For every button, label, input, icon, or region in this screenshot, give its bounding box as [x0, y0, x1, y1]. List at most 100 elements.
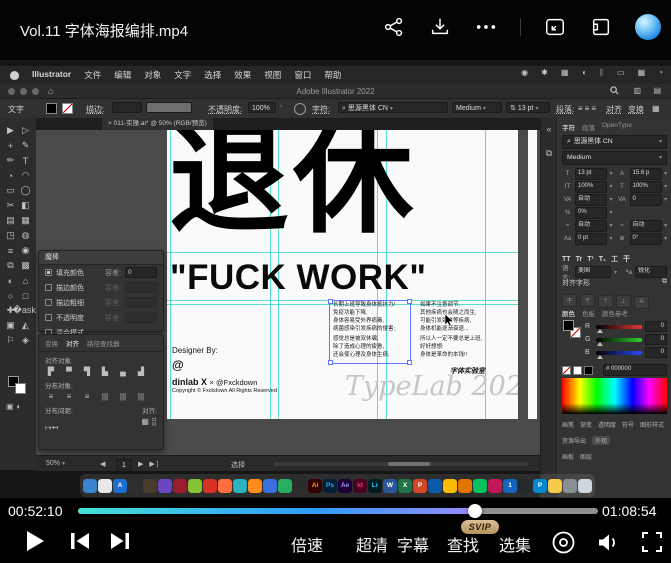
panel-tab[interactable]: 色板 [582, 308, 595, 318]
subtitle-button[interactable]: 字幕 [397, 532, 429, 556]
stroke-width-box[interactable] [112, 102, 142, 113]
volume-icon[interactable] [595, 530, 620, 555]
dock-icon[interactable] [428, 479, 442, 493]
glyph-button[interactable]: ⊥ [616, 295, 631, 308]
character-label[interactable]: 字符: [312, 104, 330, 115]
color-spectrum[interactable] [562, 378, 667, 414]
dock-icon[interactable] [128, 479, 142, 493]
menubar-status-icon[interactable]: ▦ [638, 69, 646, 77]
distribute-icon[interactable]: ||| [117, 392, 129, 401]
toolbar-stroke-swatch[interactable] [15, 383, 26, 394]
dock-icon[interactable] [83, 479, 97, 493]
export-panel-icon[interactable]: ⧉ [541, 148, 557, 159]
wand-row[interactable]: 描边粗细容差: [39, 295, 163, 310]
picture-in-picture-icon[interactable] [543, 15, 567, 39]
font-weight-select[interactable]: Medium▾ [562, 151, 667, 165]
next-button[interactable] [110, 532, 130, 550]
color-fill-proxy[interactable] [563, 320, 574, 331]
menu-item[interactable]: 编辑 [114, 69, 131, 81]
rgb-slider-row[interactable]: R0 [585, 320, 667, 333]
dock-icon[interactable] [203, 479, 217, 493]
dock-icon[interactable]: Id [353, 479, 367, 493]
spacing-icon[interactable]: ↤ [52, 423, 59, 432]
align-glyphs-more-icon[interactable]: ⧉ [662, 278, 667, 288]
dock-icon[interactable] [578, 479, 592, 493]
dock-icon[interactable]: W [383, 479, 397, 493]
dock-icon[interactable] [98, 479, 112, 493]
dock-icon[interactable] [473, 479, 487, 493]
artboard-nav-prev-icon[interactable]: ◀ [100, 460, 107, 468]
none-swatch[interactable] [562, 366, 571, 375]
dock-icon[interactable] [263, 479, 277, 493]
tool-icon[interactable]: ◭ [19, 319, 33, 332]
tool-icon[interactable]: □ [19, 289, 33, 302]
dock-icon[interactable]: A [113, 479, 127, 493]
quality-button[interactable]: 超清 [356, 532, 388, 556]
tool-icon[interactable]: ✎ [19, 139, 33, 152]
dock-icon[interactable]: P [533, 479, 547, 493]
opacity-label[interactable]: 不透明度: [208, 104, 242, 115]
globe-icon[interactable] [294, 103, 306, 115]
character-field[interactable]: ≈自动▾ [562, 220, 613, 231]
tool-icon[interactable]: ◠ [19, 169, 33, 182]
artboard-2[interactable] [528, 130, 537, 419]
dock-icon[interactable]: P [413, 479, 427, 493]
panel-tab[interactable]: 路径查找器 [87, 338, 120, 348]
video-frame[interactable]: Illustrator文件编辑对象文字选择效果视图窗口帮助 ◉✱▦◖ᛒ▭▦◔ ⌂… [0, 60, 671, 498]
tool-icon[interactable]: ◧ [19, 199, 33, 212]
theater-mode-icon[interactable] [589, 15, 613, 39]
poster-paragraph[interactable]: 长期上班导致身体抵抗力/ 免疫功能下降, 身体容易受外界病毒, 病菌感染引发疾病… [333, 302, 407, 334]
panel-tab[interactable]: 透明度 [598, 420, 616, 429]
character-field[interactable]: %0%▾ [562, 207, 613, 218]
menubar-status-icon[interactable]: ▦ [561, 69, 569, 77]
menu-item[interactable]: 效果 [234, 69, 251, 81]
dock-icon[interactable]: 1 [503, 479, 517, 493]
opacity-chevron-icon[interactable]: › [280, 104, 282, 110]
panel-tab[interactable]: 画板 [562, 452, 574, 461]
zoom-level[interactable]: 50% ▾ [46, 460, 65, 467]
dock-icon[interactable]: Ae [338, 479, 352, 493]
dock-icon[interactable]: X [398, 479, 412, 493]
dock-icon[interactable] [293, 479, 307, 493]
menu-item[interactable]: 视图 [264, 69, 281, 81]
panel-tab[interactable]: 变换 [45, 338, 58, 348]
panel-tab[interactable]: 颜色 [562, 308, 575, 318]
progress-thumb[interactable] [468, 504, 482, 518]
distribute-icon[interactable]: ≡ [45, 392, 57, 401]
character-field[interactable]: VA0▾ [617, 194, 668, 205]
dock-icon[interactable]: Ps [323, 479, 337, 493]
tool-icon[interactable]: ◯ [19, 184, 33, 197]
align-icon[interactable]: ▀ [63, 367, 75, 376]
align-to-selection-icon[interactable]: ▦ ⣿ [141, 417, 157, 435]
find-button[interactable]: 查找 [447, 532, 479, 556]
brush-preview-box[interactable] [146, 102, 192, 113]
glyph-button[interactable]: 干 [562, 294, 577, 307]
tool-icon[interactable]: �askt [19, 304, 33, 317]
tool-icon[interactable]: ▤ [4, 214, 18, 227]
panel-tab[interactable]: OpenType [602, 122, 632, 132]
dock-icon[interactable] [188, 479, 202, 493]
collapse-panels-icon[interactable]: « [541, 124, 557, 134]
poster-paragraph[interactable]: 如果不注意调节, 其他疾病也会随之而生, 可能引发颈椎等疾病, 身体机能逐渐衰退… [420, 302, 492, 334]
play-button[interactable] [26, 530, 45, 552]
align-icon[interactable]: ▟ [135, 367, 147, 376]
rgb-slider-row[interactable]: B0 [585, 346, 667, 359]
font-family-select[interactable]: ⌕ 思源黑体 CN▾ [562, 135, 667, 149]
dock-icon[interactable]: Lr [368, 479, 382, 493]
search-icon[interactable] [610, 86, 619, 95]
tool-icon[interactable]: ○ [4, 289, 18, 302]
dock-icon[interactable] [518, 479, 532, 493]
align-left-center-right-icons[interactable]: ≡≡≡ [578, 104, 598, 113]
panel-tab[interactable]: 符号 [622, 420, 634, 429]
poster-subhead[interactable]: "FUCK WORK" [170, 258, 426, 298]
fullscreen-icon[interactable] [641, 531, 663, 553]
speed-button[interactable]: 倍速 [291, 532, 323, 556]
poster-paragraph[interactable]: 感觉总是被双休骗, 除了造成心理的疲惫, 还会使心理及身体生病; [333, 336, 407, 360]
distribute-icon[interactable]: ≡ [63, 392, 75, 401]
tool-icon[interactable]: ◍ [19, 229, 33, 242]
document-tab[interactable]: × 011-实操.ai* @ 50% (RGB/预览) [102, 118, 213, 130]
download-icon[interactable] [428, 15, 452, 39]
tool-icon[interactable]: ✏ [4, 154, 18, 167]
wand-row[interactable]: 描边颜色容差: [39, 280, 163, 295]
white-swatch[interactable] [573, 366, 582, 375]
